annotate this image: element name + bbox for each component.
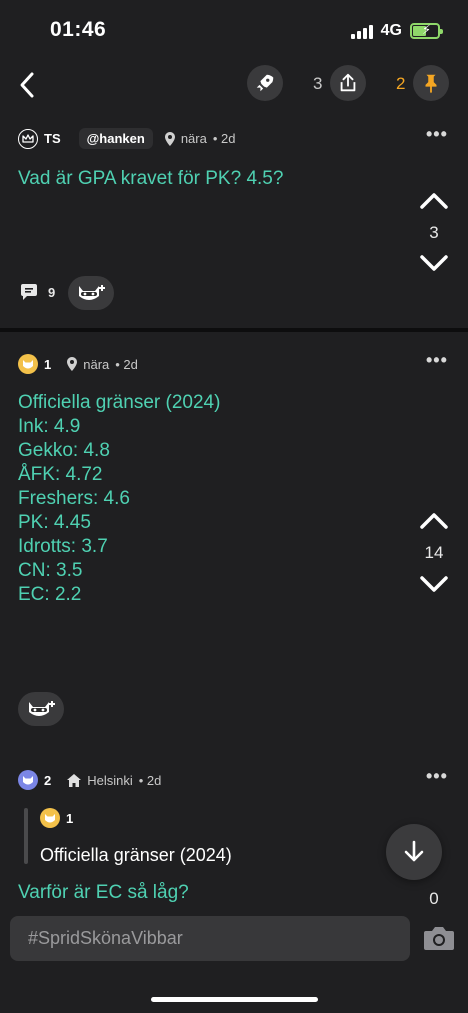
post-time: • 2d xyxy=(212,131,236,146)
author-handle[interactable]: @hanken xyxy=(78,128,153,149)
arrow-down-icon xyxy=(404,840,424,862)
comment-line: EC: 2.2 xyxy=(18,584,82,605)
cat-avatar-icon xyxy=(40,808,60,828)
quote-meta: 1 xyxy=(40,808,73,828)
raccoon-add-button[interactable] xyxy=(18,692,64,726)
back-chevron-icon[interactable] xyxy=(16,70,40,100)
share-icon xyxy=(340,73,356,92)
crown-icon xyxy=(18,128,38,149)
quote-author: 1 xyxy=(66,810,74,826)
status-time: 01:46 xyxy=(50,18,107,41)
comment-2-time: • 2d xyxy=(138,772,162,788)
comment-bubble-icon xyxy=(21,284,37,300)
share-button[interactable] xyxy=(330,65,366,101)
comment-line: Officiella gränser (2024) xyxy=(18,392,221,413)
comment-1-body: Officiella gränser (2024) Ink: 4.9 Gekko… xyxy=(18,391,220,607)
comment-line: Freshers: 4.6 xyxy=(18,488,130,509)
section-divider xyxy=(0,328,468,332)
rocket-icon xyxy=(256,74,274,92)
signal-icon xyxy=(350,23,373,39)
comment-1-meta: 1 nära • 2d xyxy=(18,354,138,374)
scroll-down-button[interactable] xyxy=(386,824,442,880)
downvote-icon[interactable] xyxy=(418,253,450,280)
pin-count: 2 xyxy=(396,74,406,93)
comment-line: Gekko: 4.8 xyxy=(18,440,110,461)
upvote-icon[interactable] xyxy=(418,509,450,536)
comment-2-text: Varför är EC så låg? xyxy=(18,882,189,903)
boost-button[interactable] xyxy=(247,65,283,101)
raccoon-add-button[interactable] xyxy=(68,276,114,310)
status-indicators: 4G ⚡ xyxy=(350,22,443,40)
battery-icon: ⚡ xyxy=(410,22,443,39)
raccoon-add-icon xyxy=(79,285,105,300)
cat-avatar-icon xyxy=(18,354,38,374)
upvote-icon[interactable] xyxy=(418,189,450,216)
post-text: Vad är GPA kravet för PK? 4.5? xyxy=(18,168,284,189)
location-pin-icon xyxy=(164,131,175,146)
post-location: nära xyxy=(180,131,207,146)
message-input[interactable]: #SpridSkönaVibbar xyxy=(10,916,410,961)
pin-button[interactable] xyxy=(413,65,449,101)
comment-2-location: Helsinki xyxy=(87,772,133,788)
comment-line: Idrotts: 3.7 xyxy=(18,536,108,557)
author-initials: TS xyxy=(44,131,61,146)
comment-count: 9 xyxy=(48,284,56,300)
comment-line: CN: 3.5 xyxy=(18,560,83,581)
comment-2-meta: 2 Helsinki • 2d xyxy=(18,770,161,790)
raccoon-add-icon xyxy=(29,701,55,716)
comment-line: Ink: 4.9 xyxy=(18,416,81,437)
home-indicator xyxy=(151,997,318,1002)
comment-2-author: 2 xyxy=(44,772,52,788)
share-count: 3 xyxy=(313,74,323,93)
comment-1-vote-count: 14 xyxy=(424,543,444,562)
more-dots-icon[interactable]: ••• xyxy=(426,350,448,371)
post-vote-count: 3 xyxy=(429,223,439,242)
comment-1-time: • 2d xyxy=(115,356,138,372)
post-meta: TS @hanken nära • 2d xyxy=(18,128,235,149)
location-pin-icon xyxy=(67,357,78,371)
message-input-placeholder: #SpridSkönaVibbar xyxy=(28,928,183,948)
more-dots-icon[interactable]: ••• xyxy=(426,766,448,787)
comment-count-group[interactable]: 9 xyxy=(20,283,55,301)
pin-icon xyxy=(425,74,437,94)
downvote-icon[interactable] xyxy=(418,574,450,601)
more-dots-icon[interactable]: ••• xyxy=(426,124,448,145)
comment-line: ÅFK: 4.72 xyxy=(18,464,103,485)
house-icon xyxy=(67,773,82,787)
comment-1-author: 1 xyxy=(44,356,52,372)
network-type: 4G xyxy=(380,22,402,39)
comment-1-location: nära xyxy=(83,356,110,372)
quote-bar xyxy=(24,808,28,864)
quote-text: Officiella gränser (2024) xyxy=(40,845,232,865)
camera-icon[interactable] xyxy=(422,924,456,957)
cat-avatar-icon xyxy=(18,770,38,790)
comment-line: PK: 4.45 xyxy=(18,512,91,533)
